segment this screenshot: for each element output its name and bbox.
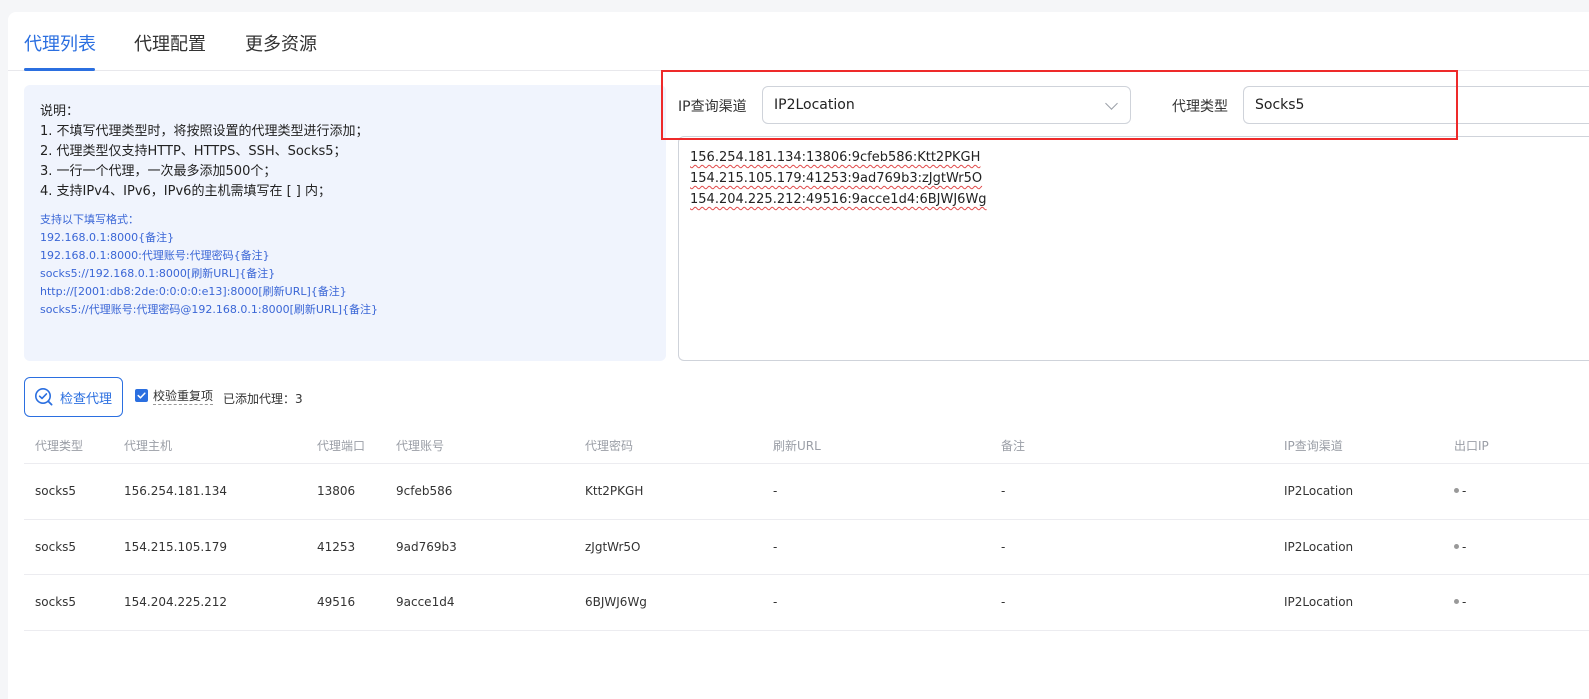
col-header-account: 代理账号	[396, 439, 445, 453]
cell-refresh-url: -	[773, 484, 778, 498]
cell-host: 154.215.105.179	[124, 539, 228, 554]
check-proxy-label: 检查代理	[60, 391, 113, 407]
table-row: socks5 154.215.105.179 41253 9ad769b3 zJ…	[24, 520, 1589, 575]
cell-remark: -	[1001, 539, 1006, 554]
cell-refresh-url: -	[773, 539, 778, 554]
instruction-note: 2. 代理类型仅支持HTTP、HTTPS、SSH、Socks5；	[40, 144, 347, 159]
cell-host: 156.254.181.134	[124, 484, 228, 498]
cell-exit-ip: -	[1454, 595, 1466, 609]
proxy-input-line: 154.215.105.179:41253:9ad769b3:zJgtWr5O	[690, 171, 983, 186]
cell-refresh-url: -	[773, 595, 778, 609]
cell-account: 9ad769b3	[396, 539, 457, 554]
tab-proxy-list[interactable]: 代理列表	[24, 30, 96, 56]
cell-port: 13806	[317, 484, 356, 498]
proxy-input-textarea[interactable]: 156.254.181.134:13806:9cfeb586:Ktt2PKGH …	[678, 136, 1589, 361]
col-header-password: 代理密码	[585, 439, 634, 453]
cell-exit-ip: -	[1454, 484, 1466, 498]
ip-channel-label: IP查询渠道	[678, 99, 747, 115]
cell-port: 49516	[317, 595, 356, 609]
cell-password: Ktt2PKGH	[585, 484, 644, 498]
col-header-host: 代理主机	[124, 439, 173, 453]
tab-bar: 代理列表 代理配置 更多资源	[8, 12, 1589, 71]
check-search-icon	[35, 388, 53, 406]
ip-channel-select[interactable]: IP2Location	[762, 86, 1131, 124]
col-header-exit-ip: 出口IP	[1454, 439, 1489, 453]
supported-formats: 支持以下填写格式： 192.168.0.1:8000{备注} 192.168.0…	[40, 211, 650, 319]
proxy-input-line: 154.204.225.212:49516:9acce1d4:6BJWJ6Wg	[690, 192, 987, 207]
cell-ip-channel: IP2Location	[1284, 484, 1354, 498]
cell-remark: -	[1001, 595, 1006, 609]
cell-type: socks5	[35, 595, 77, 609]
cell-exit-ip: -	[1454, 540, 1466, 554]
dedupe-checkbox[interactable]	[135, 389, 148, 402]
instruction-note: 1. 不填写代理类型时，将按照设置的代理类型进行添加；	[40, 124, 369, 139]
exit-ip-value: -	[1462, 484, 1467, 498]
cell-host: 154.204.225.212	[124, 595, 228, 609]
status-dot-icon	[1454, 488, 1459, 493]
table-row: socks5 154.204.225.212 49516 9acce1d4 6B…	[24, 575, 1589, 631]
col-header-port: 代理端口	[317, 439, 366, 453]
format-example: 192.168.0.1:8000:代理账号:代理密码{备注}	[40, 249, 270, 262]
exit-ip-value: -	[1462, 539, 1467, 554]
table-header: 代理类型 代理主机 代理端口 代理账号 代理密码 刷新URL 备注 IP查询渠道…	[24, 424, 1589, 464]
cell-type: socks5	[35, 539, 77, 554]
col-header-ip-channel: IP查询渠道	[1284, 439, 1343, 453]
proxy-type-select[interactable]: Socks5	[1243, 86, 1589, 124]
dedupe-label[interactable]: 校验重复项	[153, 389, 214, 405]
instruction-note: 3. 一行一个代理，一次最多添加500个；	[40, 164, 277, 179]
status-dot-icon	[1454, 543, 1459, 549]
checkmark-icon	[137, 392, 146, 399]
ip-channel-value: IP2Location	[774, 97, 855, 113]
proxy-page: 代理列表 代理配置 更多资源 说明： 1. 不填写代理类型时，将按照设置的代理类…	[8, 12, 1589, 699]
cell-account: 9acce1d4	[396, 595, 455, 609]
cell-account: 9cfeb586	[396, 484, 453, 498]
tab-more-resources[interactable]: 更多资源	[245, 30, 317, 56]
cell-password: 6BJWJ6Wg	[585, 595, 647, 609]
instruction-note: 4. 支持IPv4、IPv6，IPv6的主机需填写在 [ ] 内；	[40, 184, 331, 199]
format-example: http://[2001:db8:2de:0:0:0:0:e13]:8000[刷…	[40, 285, 347, 298]
cell-type: socks5	[35, 484, 77, 498]
instructions-panel: 说明： 1. 不填写代理类型时，将按照设置的代理类型进行添加； 2. 代理类型仅…	[24, 85, 666, 361]
cell-ip-channel: IP2Location	[1284, 539, 1354, 554]
proxy-type-label: 代理类型	[1172, 99, 1228, 115]
exit-ip-value: -	[1462, 595, 1467, 609]
cell-ip-channel: IP2Location	[1284, 595, 1354, 609]
check-proxy-button[interactable]: 检查代理	[24, 377, 123, 417]
cell-password: zJgtWr5O	[585, 539, 641, 554]
cell-remark: -	[1001, 484, 1006, 498]
added-count: 已添加代理：3	[223, 392, 303, 406]
status-dot-icon	[1454, 599, 1459, 604]
col-header-type: 代理类型	[35, 439, 84, 453]
col-header-remark: 备注	[1001, 439, 1026, 453]
format-example: socks5://代理账号:代理密码@192.168.0.1:8000[刷新UR…	[40, 303, 379, 316]
tab-proxy-config[interactable]: 代理配置	[134, 30, 206, 56]
chevron-down-icon	[1105, 97, 1118, 110]
table-row: socks5 156.254.181.134 13806 9cfeb586 Kt…	[24, 464, 1589, 520]
proxy-input-line: 156.254.181.134:13806:9cfeb586:Ktt2PKGH	[690, 150, 981, 165]
format-example: 192.168.0.1:8000{备注}	[40, 231, 175, 244]
instructions-heading: 说明：	[40, 104, 80, 119]
active-tab-indicator	[24, 68, 95, 71]
format-example: socks5://192.168.0.1:8000[刷新URL]{备注}	[40, 267, 276, 280]
formats-heading: 支持以下填写格式：	[40, 213, 139, 226]
col-header-refresh-url: 刷新URL	[773, 439, 821, 453]
proxy-type-value: Socks5	[1255, 97, 1305, 113]
cell-port: 41253	[317, 539, 356, 554]
proxy-table: 代理类型 代理主机 代理端口 代理账号 代理密码 刷新URL 备注 IP查询渠道…	[24, 424, 1589, 631]
